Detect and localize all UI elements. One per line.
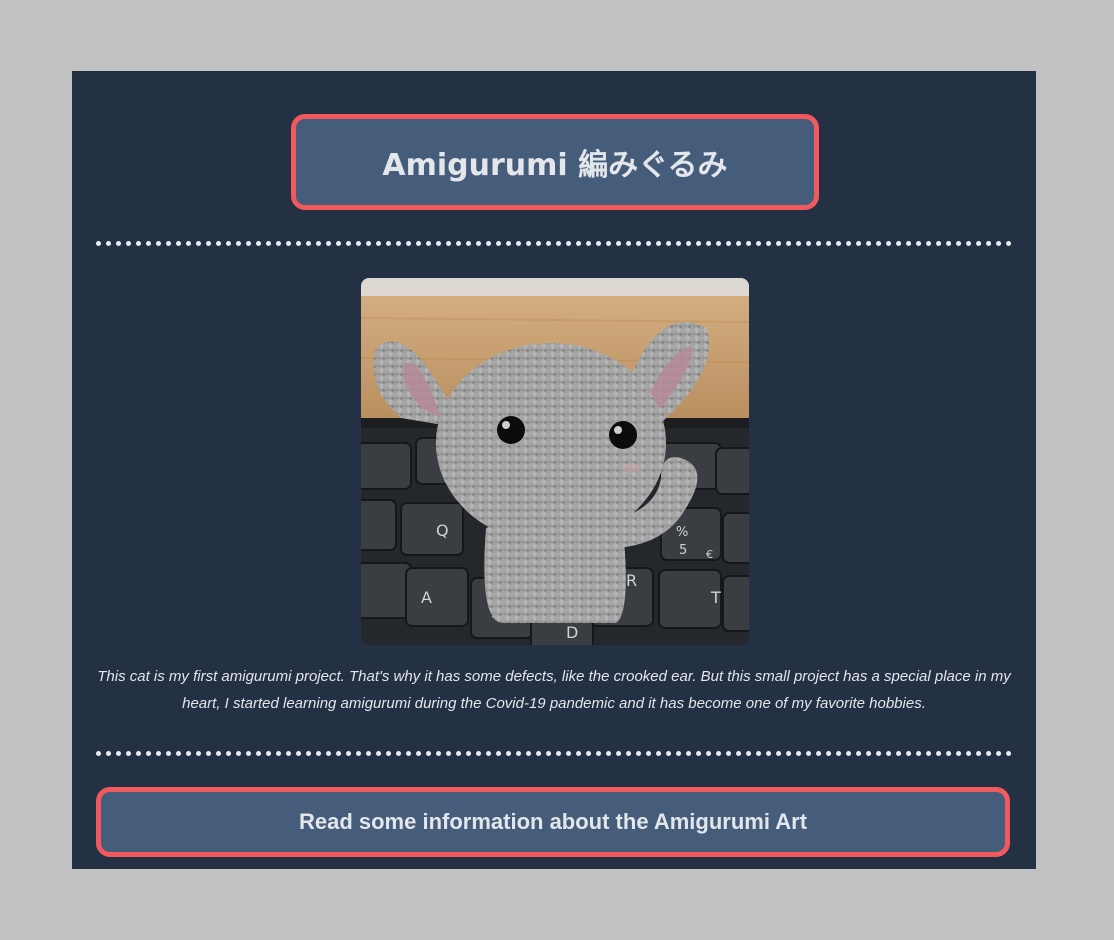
svg-text:%: % [676, 525, 688, 540]
svg-text:T: T [710, 588, 721, 607]
svg-text:A: A [421, 588, 432, 607]
svg-text:5: 5 [679, 543, 687, 558]
amigurumi-info-button[interactable]: Read some information about the Amigurum… [96, 787, 1010, 857]
svg-text:Q: Q [436, 521, 449, 540]
divider-top [96, 241, 1012, 246]
divider-bottom [96, 751, 1012, 756]
svg-text:R: R [626, 571, 637, 590]
photo-caption: This cat is my first amigurumi project. … [97, 668, 1011, 712]
svg-text:D: D [566, 623, 578, 642]
page-title: Amigurumi 編みぐるみ [382, 148, 728, 183]
content-card: Amigurumi 編みぐるみ Q A D R T % 5 € This cat… [72, 71, 1036, 869]
svg-text:€: € [706, 548, 713, 561]
title-box: Amigurumi 編みぐるみ [291, 114, 819, 210]
amigurumi-cat-photo: Q A S D R T % 5 € [361, 278, 749, 645]
